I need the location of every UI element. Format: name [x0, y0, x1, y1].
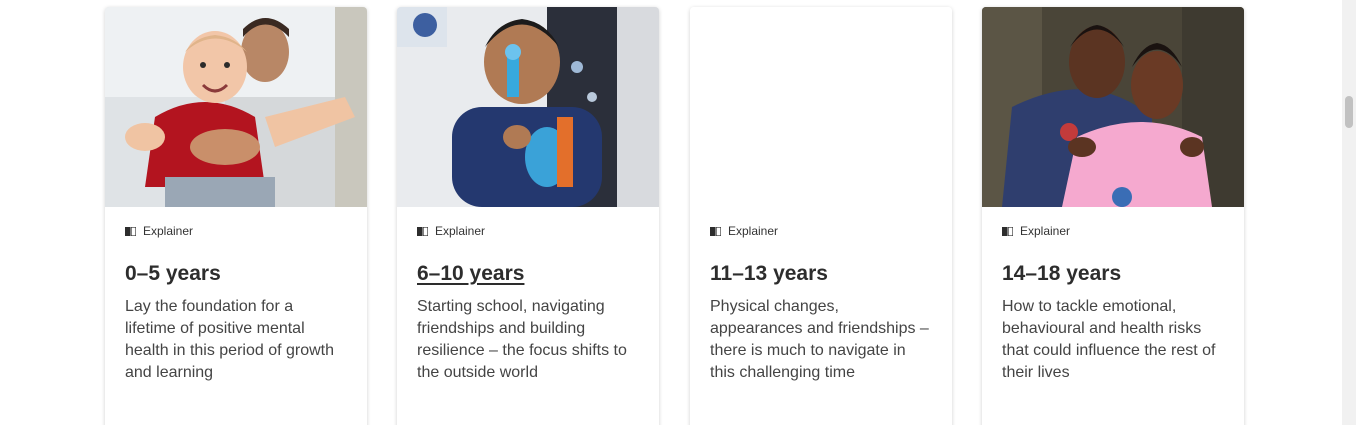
card-11-13-years[interactable]: Explainer 11–13 years Physical changes, …: [690, 7, 952, 425]
card-tag-label: Explainer: [1020, 224, 1071, 238]
book-icon: [417, 226, 428, 236]
woman-girl-photo: [982, 7, 1244, 207]
card-title[interactable]: 11–13 years: [710, 261, 932, 287]
card-tag: Explainer: [710, 223, 932, 239]
card-tag-label: Explainer: [435, 224, 486, 238]
book-icon: [710, 226, 721, 236]
card-image-baby[interactable]: [105, 7, 367, 207]
card-body: Explainer 11–13 years Physical changes, …: [690, 207, 952, 384]
card-tag-label: Explainer: [143, 224, 194, 238]
boy-photo: [397, 7, 659, 207]
card-title[interactable]: 6–10 years: [417, 261, 639, 287]
card-description: Lay the foundation for a lifetime of pos…: [125, 298, 335, 381]
card-title[interactable]: 0–5 years: [125, 261, 347, 287]
card-description: Starting school, navigating friendships …: [417, 298, 627, 381]
scrollbar-thumb[interactable]: [1345, 96, 1353, 128]
card-body: Explainer 6–10 years Starting school, na…: [397, 207, 659, 384]
card-tag: Explainer: [1002, 223, 1224, 239]
card-title[interactable]: 14–18 years: [1002, 261, 1224, 287]
book-icon: [1002, 226, 1013, 236]
baby-photo: [105, 7, 367, 207]
card-description: Physical changes, appearances and friend…: [710, 298, 929, 381]
card-tag-label: Explainer: [728, 224, 779, 238]
card-tag: Explainer: [417, 223, 639, 239]
card-14-18-years[interactable]: Explainer 14–18 years How to tackle emot…: [982, 7, 1244, 425]
card-6-10-years[interactable]: Explainer 6–10 years Starting school, na…: [397, 7, 659, 425]
card-0-5-years[interactable]: Explainer 0–5 years Lay the foundation f…: [105, 7, 367, 425]
scrollbar-track[interactable]: [1342, 0, 1356, 425]
card-body: Explainer 14–18 years How to tackle emot…: [982, 207, 1244, 384]
card-image-woman-girl[interactable]: [982, 7, 1244, 207]
book-icon: [125, 226, 136, 236]
card-image-placeholder[interactable]: [690, 7, 952, 207]
page: Explainer 0–5 years Lay the foundation f…: [0, 0, 1356, 425]
card-tag: Explainer: [125, 223, 347, 239]
card-image-boy[interactable]: [397, 7, 659, 207]
card-body: Explainer 0–5 years Lay the foundation f…: [105, 207, 367, 384]
card-description: How to tackle emotional, behavioural and…: [1002, 298, 1216, 381]
